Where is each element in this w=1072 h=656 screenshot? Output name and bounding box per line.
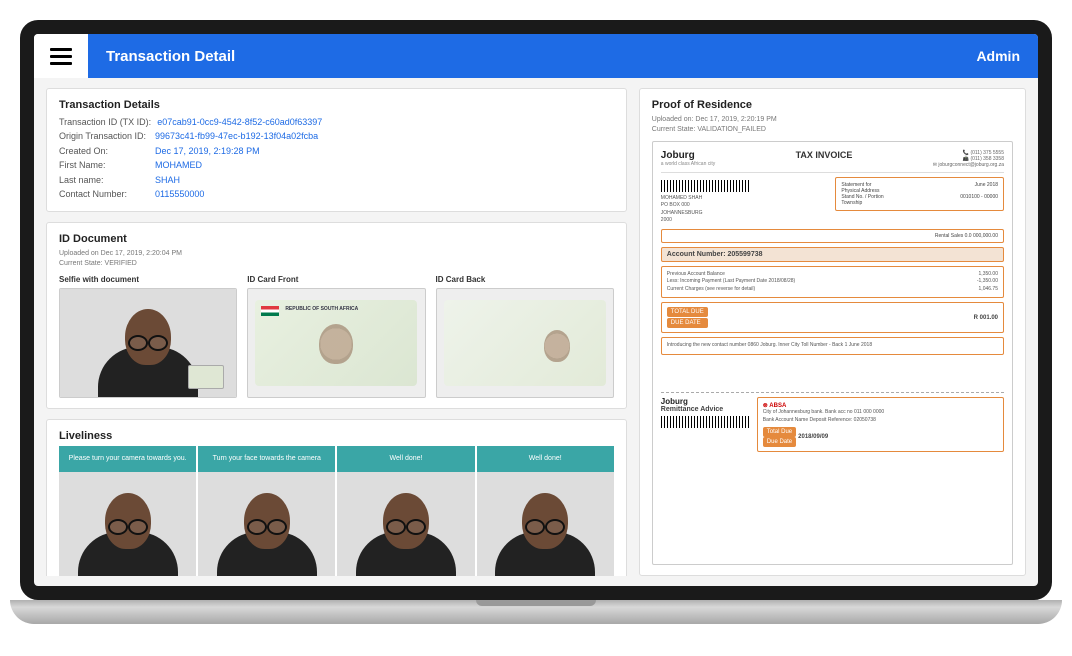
detail-value: 99673c41-fb99-47ec-b192-13f04a02fcba — [155, 129, 614, 143]
detail-label: Origin Transaction ID: — [59, 129, 149, 143]
detail-label: Contact Number: — [59, 187, 149, 201]
liveness-grid: Please turn your camera towards you. Tur… — [59, 446, 614, 576]
id-card-header: REPUBLIC OF SOUTH AFRICA — [285, 306, 358, 312]
id-col-title: ID Card Front — [247, 275, 425, 284]
barcode-icon — [661, 416, 751, 428]
id-front-image[interactable]: REPUBLIC OF SOUTH AFRICA — [247, 288, 425, 398]
card-title: Proof of Residence — [652, 99, 1013, 111]
id-col-selfie: Selfie with document — [59, 275, 237, 398]
detail-row: Last name: SHAH — [59, 173, 614, 187]
detail-value: Dec 17, 2019, 2:19:28 PM — [155, 144, 614, 158]
detail-row: Transaction ID (TX ID): e07cab91-0cc9-454… — [59, 115, 614, 129]
id-back-image[interactable] — [436, 288, 614, 398]
left-column: Transaction Details Transaction ID (TX I… — [46, 88, 627, 576]
card-meta: Uploaded on: Dec 17, 2019, 2:20:19 PM Cu… — [652, 115, 1013, 135]
inv-meta-label: Township — [841, 200, 862, 206]
invoice-rental-row: Rental Sales 0.0 000,000.00 — [661, 229, 1004, 243]
liveness-step: Please turn your camera towards you. — [59, 446, 196, 576]
detail-label: Transaction ID (TX ID): — [59, 115, 151, 129]
detail-row: Contact Number: 0115550000 — [59, 187, 614, 201]
invoice-header: Joburg a world class African city TAX IN… — [661, 150, 1004, 173]
id-col-back: ID Card Back — [436, 275, 614, 398]
inv-meta-value: 0010100 - 00000 — [960, 194, 998, 200]
right-column: Proof of Residence Uploaded on: Dec 17, … — [639, 88, 1026, 576]
laptop-mockup: Transaction Detail Admin Transaction Det… — [20, 20, 1052, 624]
invoice-balance-block: Previous Account Balance 1,350.00 Less: I… — [661, 266, 1004, 299]
user-menu[interactable]: Admin — [976, 48, 1020, 64]
detail-row: First Name: MOHAMED — [59, 158, 614, 172]
detail-rows: Transaction ID (TX ID): e07cab91-0cc9-454… — [59, 115, 614, 201]
laptop-base — [10, 600, 1062, 624]
liveness-card: Liveliness Please turn your camera towar… — [46, 419, 627, 576]
liveness-step: Turn your face towards the camera — [198, 446, 335, 576]
liveness-step: Well done! — [477, 446, 614, 576]
detail-value: 0115550000 — [155, 187, 614, 201]
balance-amount: 1,046.75 — [979, 286, 998, 294]
barcode-icon — [661, 180, 751, 192]
total-due-badge: TOTAL DUE — [667, 307, 708, 317]
invoice-title: TAX INVOICE — [796, 150, 853, 168]
uploaded-meta: Uploaded on Dec 17, 2019, 2:20:04 PM — [59, 249, 614, 259]
detail-value: SHAH — [155, 173, 614, 187]
detail-row: Origin Transaction ID: 99673c41-fb99-47ec… — [59, 129, 614, 143]
invoice-rental-label: Rental Sales 0.0 000,000.00 — [935, 233, 998, 239]
app-body: Transaction Details Transaction ID (TX I… — [34, 78, 1038, 586]
detail-label: First Name: — [59, 158, 149, 172]
remit-logo: Joburg — [661, 397, 751, 406]
state-meta: Current State: VERIFIED — [59, 259, 614, 269]
liveness-image[interactable] — [198, 472, 335, 576]
app-header-row: Transaction Detail Admin — [34, 34, 1038, 78]
id-col-title: Selfie with document — [59, 275, 237, 284]
card-title: ID Document — [59, 233, 614, 245]
invoice-logo: Joburg — [661, 150, 715, 161]
invoice-account-row: Account Number: 205599738 — [661, 247, 1004, 262]
remit-title: Remittance Advice — [661, 406, 751, 413]
detail-row: Created On: Dec 17, 2019, 2:19:28 PM — [59, 144, 614, 158]
invoice-account-label: Account Number: 205599738 — [667, 251, 763, 258]
liveness-image[interactable] — [477, 472, 614, 576]
liveness-instruction: Well done! — [337, 446, 474, 472]
remit-due-date: 2018/09/09 — [798, 434, 828, 440]
detail-label: Last name: — [59, 173, 149, 187]
invoice-document[interactable]: Joburg a world class African city TAX IN… — [652, 141, 1013, 565]
card-meta: Uploaded on Dec 17, 2019, 2:20:04 PM Cur… — [59, 249, 614, 269]
app-header-bar: Transaction Detail Admin — [88, 34, 1038, 78]
uploaded-meta: Uploaded on: Dec 17, 2019, 2:20:19 PM — [652, 115, 1013, 125]
liveness-image[interactable] — [59, 472, 196, 576]
proof-of-residence-card: Proof of Residence Uploaded on: Dec 17, … — [639, 88, 1026, 576]
id-col-front: ID Card Front REPUBLIC OF SOUTH AFRICA — [247, 275, 425, 398]
balance-amount: -1,350.00 — [977, 278, 998, 286]
card-title: Transaction Details — [59, 99, 614, 111]
invoice-note: Introducing the new contact number 0860 … — [661, 337, 1004, 355]
transaction-details-card: Transaction Details Transaction ID (TX I… — [46, 88, 627, 212]
detail-value: e07cab91-0cc9-4542-8f52-c60ad0f63397 — [157, 115, 614, 129]
liveness-step: Well done! — [337, 446, 474, 576]
card-title: Liveliness — [59, 430, 614, 442]
balance-line: Current Charges (see reverse for detail) — [667, 286, 755, 294]
liveness-instruction: Please turn your camera towards you. — [59, 446, 196, 472]
liveness-instruction: Turn your face towards the camera — [198, 446, 335, 472]
balance-amount: 1,350.00 — [979, 271, 998, 279]
due-date-badge: DUE DATE — [667, 318, 708, 328]
page-title: Transaction Detail — [106, 48, 235, 65]
state-meta: Current State: VALIDATION_FAILED — [652, 125, 1013, 135]
id-col-title: ID Card Back — [436, 275, 614, 284]
id-images-row: Selfie with document ID Card Front — [59, 275, 614, 398]
liveness-image[interactable] — [337, 472, 474, 576]
balance-line: Previous Account Balance — [667, 271, 725, 279]
remit-total-badge: Total Due — [763, 427, 796, 437]
detail-label: Created On: — [59, 144, 149, 158]
id-document-card: ID Document Uploaded on Dec 17, 2019, 2:… — [46, 222, 627, 409]
invoice-email: joburgconnect@joburg.org.za — [938, 162, 1004, 168]
detail-value: MOHAMED — [155, 158, 614, 172]
inv-meta-value: June 2018 — [975, 182, 998, 188]
remit-due-badge: Due Date — [763, 437, 796, 447]
remittance-section: Joburg Remittance Advice ⊗ ABSA City of … — [661, 392, 1004, 452]
balance-line: Less: Incoming Payment (Last Payment Dat… — [667, 278, 795, 286]
liveness-instruction: Well done! — [477, 446, 614, 472]
selfie-with-doc-image[interactable] — [59, 288, 237, 398]
hamburger-wrap — [34, 34, 88, 78]
screen: Transaction Detail Admin Transaction Det… — [20, 20, 1052, 600]
hamburger-menu-icon[interactable] — [50, 48, 72, 65]
